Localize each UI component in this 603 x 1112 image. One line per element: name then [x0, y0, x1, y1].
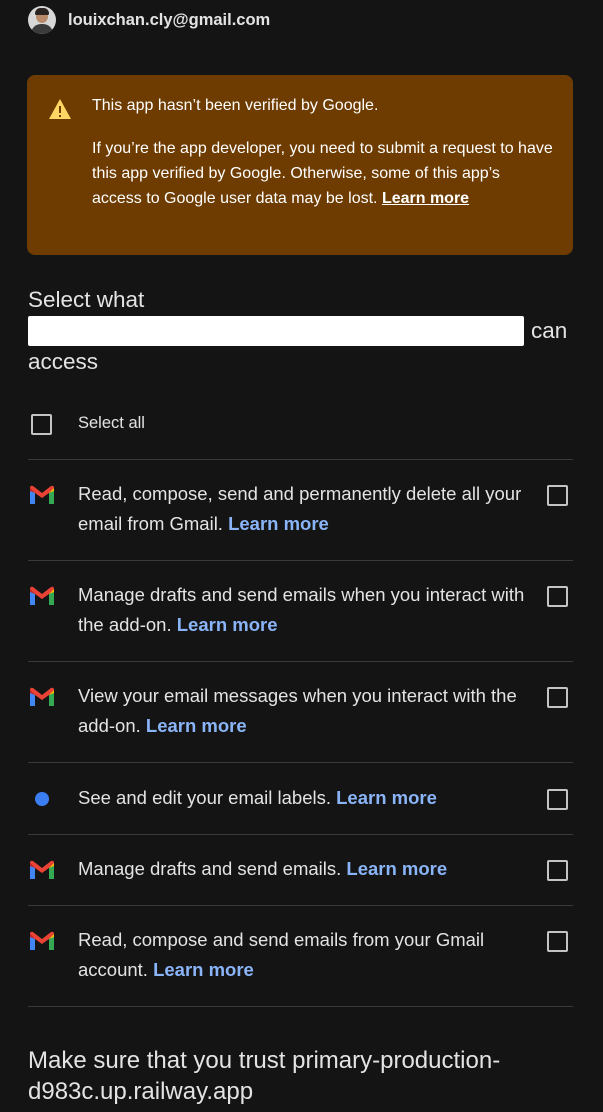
gmail-icon	[30, 860, 54, 879]
trust-notice: Make sure that you trust primary-product…	[28, 1047, 501, 1105]
account-chip[interactable]: louixchan.cly@gmail.com	[28, 6, 270, 34]
scope-text: Manage drafts and send emails when you i…	[78, 584, 525, 635]
oauth-consent-page: louixchan.cly@gmail.com This app hasn’t …	[0, 0, 603, 1112]
warning-title: This app hasn’t been verified by Google.	[92, 97, 379, 114]
blue-dot-icon	[35, 792, 49, 806]
scope-checkbox[interactable]	[547, 485, 568, 506]
divider	[28, 1006, 573, 1007]
divider	[28, 661, 573, 662]
divider	[28, 834, 573, 835]
scope-text: View your email messages when you intera…	[78, 685, 517, 736]
warning-learn-more-link[interactable]: Learn more	[382, 190, 469, 207]
divider	[28, 762, 573, 763]
scope-row[interactable]: See and edit your email labels. Learn mo…	[0, 783, 603, 813]
select-all-row[interactable]: Select all	[0, 404, 603, 444]
scope-text: Manage drafts and send emails. Learn mor…	[78, 858, 448, 879]
unverified-app-warning: This app hasn’t been verified by Google.…	[27, 75, 573, 255]
scope-row[interactable]: Manage drafts and send emails. Learn mor…	[0, 854, 603, 884]
title-line-3: access	[28, 349, 99, 374]
account-email: louixchan.cly@gmail.com	[68, 10, 271, 29]
scope-row[interactable]: Read, compose, send and permanently dele…	[0, 479, 603, 539]
redacted-app-name	[28, 316, 524, 346]
scope-checkbox[interactable]	[547, 860, 568, 881]
select-all-label: Select all	[78, 414, 145, 432]
gmail-icon	[30, 931, 54, 950]
warning-icon	[49, 99, 71, 119]
scope-checkbox[interactable]	[547, 789, 568, 810]
scope-checkbox[interactable]	[547, 687, 568, 708]
learn-more-link[interactable]: Learn more	[146, 715, 247, 736]
warning-body: If you’re the app developer, you need to…	[92, 140, 553, 207]
select-all-checkbox[interactable]	[31, 414, 52, 435]
learn-more-link[interactable]: Learn more	[153, 959, 254, 980]
learn-more-link[interactable]: Learn more	[336, 787, 437, 808]
title-can: can	[531, 318, 568, 343]
title-line-2: can	[28, 316, 576, 347]
divider	[28, 459, 573, 460]
gmail-icon	[30, 586, 54, 605]
divider	[28, 560, 573, 561]
scope-text: Read, compose, send and permanently dele…	[78, 483, 522, 534]
scope-checkbox[interactable]	[547, 931, 568, 952]
page-title: Select what can access	[28, 285, 576, 377]
divider	[28, 905, 573, 906]
avatar	[28, 6, 56, 34]
gmail-icon	[30, 485, 54, 504]
scope-text: See and edit your email labels. Learn mo…	[78, 787, 437, 808]
learn-more-link[interactable]: Learn more	[346, 858, 447, 879]
gmail-icon	[30, 687, 54, 706]
learn-more-link[interactable]: Learn more	[177, 614, 278, 635]
learn-more-link[interactable]: Learn more	[228, 513, 329, 534]
scope-checkbox[interactable]	[547, 586, 568, 607]
scope-row[interactable]: View your email messages when you intera…	[0, 681, 603, 741]
scope-text: Read, compose and send emails from your …	[78, 929, 485, 980]
scope-row[interactable]: Read, compose and send emails from your …	[0, 925, 603, 985]
scope-row[interactable]: Manage drafts and send emails when you i…	[0, 580, 603, 640]
title-line-1: Select what	[28, 287, 145, 312]
